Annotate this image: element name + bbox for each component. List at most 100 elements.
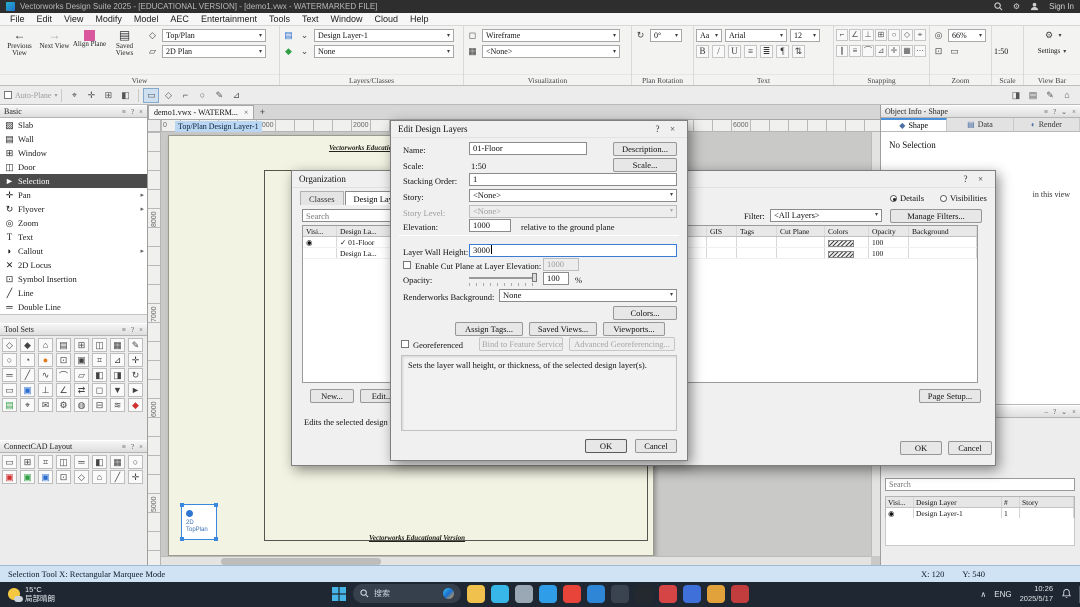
- palette-menu-icon[interactable]: ≡: [122, 108, 126, 116]
- toolbar-icon[interactable]: ◇: [160, 88, 176, 103]
- table-column-header[interactable]: Visi...: [303, 226, 337, 236]
- basic-palette-header[interactable]: Basic ≡ ? ×: [0, 105, 147, 118]
- tool-icon[interactable]: ▭: [2, 383, 17, 397]
- tool-icon[interactable]: ◍: [74, 398, 89, 412]
- page-setup-button[interactable]: Page Setup...: [919, 389, 981, 403]
- viewports-button[interactable]: Viewports...: [603, 322, 665, 336]
- tool-icon[interactable]: ◫: [92, 338, 107, 352]
- description-button[interactable]: Description...: [613, 142, 677, 156]
- menu-item[interactable]: Model: [128, 14, 165, 24]
- cancel-button[interactable]: Cancel: [635, 439, 677, 453]
- horizontal-scrollbar[interactable]: [161, 556, 871, 565]
- snap-icon[interactable]: ○: [888, 29, 900, 41]
- text-format-icon[interactable]: B: [696, 45, 709, 58]
- render-mode-dropdown[interactable]: Wireframe: [482, 29, 620, 42]
- sign-in-link[interactable]: Sign In: [1049, 2, 1074, 11]
- settings-button[interactable]: Settings: [1038, 47, 1061, 55]
- layer-scale-value[interactable]: 1:50: [994, 47, 1008, 56]
- slider-thumb[interactable]: [532, 273, 537, 282]
- tool-icon[interactable]: ◻: [92, 383, 107, 397]
- previous-view-button[interactable]: ← Previous View: [2, 27, 37, 57]
- name-field[interactable]: 01-Floor: [469, 142, 587, 155]
- toolbar-icon[interactable]: ▭: [143, 88, 159, 103]
- text-format-icon[interactable]: ¶: [776, 45, 789, 58]
- manage-filters-button[interactable]: Manage Filters...: [890, 209, 982, 223]
- view-reference-chip[interactable]: Top/Plan Design Layer-1: [175, 121, 262, 132]
- toolbar-icon[interactable]: ▤: [1025, 88, 1041, 103]
- palette-close-icon[interactable]: ×: [1072, 408, 1076, 416]
- basic-tool-item[interactable]: ◗ Callout ▸: [0, 244, 147, 258]
- snap-icon[interactable]: ⌖: [914, 29, 926, 41]
- tool-icon[interactable]: ⊡: [56, 353, 71, 367]
- menu-item[interactable]: Text: [296, 14, 325, 24]
- tool-icon[interactable]: ⊞: [20, 455, 35, 469]
- align-plane-button[interactable]: Align Plane: [72, 27, 107, 48]
- taskbar-clock[interactable]: 10:26 2025/5/17: [1020, 584, 1053, 604]
- plan-mode-dropdown[interactable]: 2D Plan: [162, 45, 266, 58]
- tool-icon[interactable]: ⊞: [74, 338, 89, 352]
- tool-icon[interactable]: ∠: [56, 383, 71, 397]
- menu-item[interactable]: Entertainment: [195, 14, 263, 24]
- tool-icon[interactable]: ▣: [2, 470, 17, 484]
- tool-icon[interactable]: ▭: [2, 455, 17, 469]
- tool-icon[interactable]: ⊟: [92, 398, 107, 412]
- tool-icon[interactable]: ✛: [128, 470, 143, 484]
- view-bar-gear-icon[interactable]: ⚙: [1042, 29, 1055, 42]
- taskbar-app-icon[interactable]: [659, 585, 677, 603]
- tool-icon[interactable]: ✉: [38, 398, 53, 412]
- dialog-close-button[interactable]: ×: [973, 174, 988, 184]
- palette-help-icon[interactable]: ?: [1053, 408, 1056, 416]
- taskbar-app-icon[interactable]: [683, 585, 701, 603]
- tool-icon[interactable]: ⊿: [110, 353, 125, 367]
- tab-close-icon[interactable]: ×: [244, 108, 249, 117]
- visibilities-radio[interactable]: Visibilities: [940, 193, 987, 203]
- scale-button[interactable]: Scale...: [613, 158, 677, 172]
- table-column-header[interactable]: Cut Plane: [777, 226, 825, 236]
- text-format-icon[interactable]: U: [728, 45, 741, 58]
- stacking-order-field[interactable]: 1: [469, 173, 677, 186]
- basic-tool-item[interactable]: ═ Double Line: [0, 300, 147, 314]
- view-mode-dropdown[interactable]: Top/Plan: [162, 29, 266, 42]
- story-dropdown[interactable]: <None>: [469, 189, 677, 202]
- elevation-field[interactable]: 1000: [469, 219, 511, 232]
- tool-icon[interactable]: ◧: [92, 368, 107, 382]
- tool-icon[interactable]: ◨: [110, 368, 125, 382]
- colors-button[interactable]: Colors...: [613, 306, 677, 320]
- object-info-tab[interactable]: ▤ Data: [947, 118, 1013, 131]
- basic-tool-item[interactable]: ◎ Zoom: [0, 216, 147, 230]
- tool-icon[interactable]: ╱: [20, 368, 35, 382]
- tool-icon[interactable]: ✎: [128, 338, 143, 352]
- fit-objects-icon[interactable]: ▭: [948, 45, 961, 58]
- tool-icon[interactable]: ═: [2, 368, 17, 382]
- taskbar-app-icon[interactable]: [563, 585, 581, 603]
- tool-icon[interactable]: ═: [74, 455, 89, 469]
- opacity-field[interactable]: 100: [543, 272, 569, 285]
- tool-icon[interactable]: ◫: [56, 455, 71, 469]
- ok-button[interactable]: OK: [585, 439, 627, 453]
- start-button[interactable]: [331, 586, 347, 602]
- snap-icon[interactable]: ⌒: [862, 45, 874, 57]
- tool-icon[interactable]: ⌂: [92, 470, 107, 484]
- palette-close-icon[interactable]: ×: [139, 443, 143, 451]
- tool-icon[interactable]: ▣: [74, 353, 89, 367]
- selected-viewport-object[interactable]: 2DTopPlan: [181, 504, 217, 540]
- tool-icon[interactable]: ◆: [20, 338, 35, 352]
- tool-icon[interactable]: ⌒: [56, 368, 71, 382]
- connectcad-palette-header[interactable]: ConnectCAD Layout ≡ ? ×: [0, 440, 147, 453]
- tool-icon[interactable]: ▦: [110, 338, 125, 352]
- tool-icon[interactable]: ◔: [20, 353, 35, 367]
- dialog-help-button[interactable]: ?: [958, 174, 973, 184]
- georeferenced-checkbox[interactable]: [401, 340, 409, 348]
- menu-item[interactable]: Modify: [89, 14, 128, 24]
- menu-item[interactable]: Help: [404, 14, 435, 24]
- fit-page-icon[interactable]: ⊡: [932, 45, 945, 58]
- toolbar-icon[interactable]: ⌐: [177, 88, 193, 103]
- table-column-header[interactable]: Visi...: [886, 497, 914, 507]
- tool-icon[interactable]: ⌖: [20, 398, 35, 412]
- tool-icon[interactable]: ⌗: [92, 353, 107, 367]
- zoom-level-dropdown[interactable]: 66%: [948, 29, 986, 42]
- toolbar-icon[interactable]: ✎: [1042, 88, 1058, 103]
- menu-item[interactable]: AEC: [164, 14, 195, 24]
- menu-item[interactable]: File: [4, 14, 31, 24]
- font-family-dropdown[interactable]: Arial: [725, 29, 787, 42]
